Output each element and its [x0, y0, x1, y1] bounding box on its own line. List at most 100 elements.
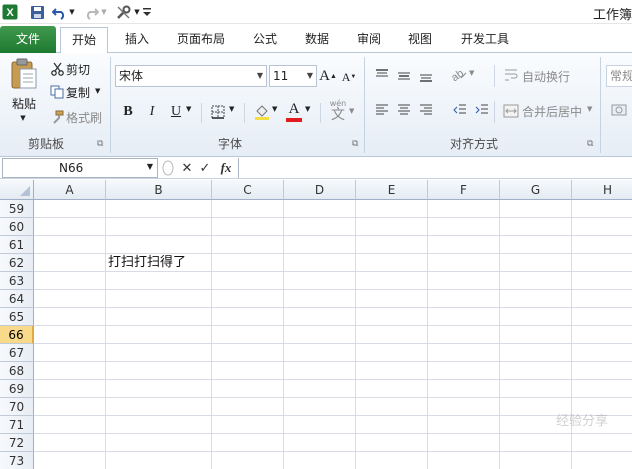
cut-icon[interactable] — [50, 61, 64, 77]
select-all-corner[interactable] — [0, 180, 34, 200]
row-header-71[interactable]: 71 — [0, 416, 34, 434]
tools-icon[interactable] — [113, 3, 133, 21]
row-header-65[interactable]: 65 — [0, 308, 34, 326]
column-header-g[interactable]: G — [500, 180, 572, 200]
shrink-font-icon[interactable]: A ▼ — [341, 68, 357, 86]
tab-data[interactable]: 数据 — [295, 27, 339, 53]
borders-dropdown-icon[interactable]: ▼ — [229, 105, 234, 113]
tab-home[interactable]: 开始 — [60, 27, 108, 54]
column-header-d[interactable]: D — [284, 180, 356, 200]
row-header-61[interactable]: 61 — [0, 236, 34, 254]
underline-button[interactable]: U — [168, 102, 184, 122]
column-header-b[interactable]: B — [106, 180, 212, 200]
grow-font-icon[interactable]: A ▲ — [319, 66, 337, 86]
number-format-combo[interactable]: 常规 — [606, 65, 632, 87]
align-right-icon[interactable] — [418, 102, 434, 118]
undo-dropdown-icon[interactable]: ▼ — [68, 3, 76, 21]
column-header-c[interactable]: C — [212, 180, 284, 200]
tab-view[interactable]: 视图 — [398, 27, 442, 53]
column-header-a[interactable]: A — [34, 180, 106, 200]
row-header-69[interactable]: 69 — [0, 380, 34, 398]
tab-developer[interactable]: 开发工具 — [452, 27, 518, 53]
currency-format-icon[interactable] — [608, 101, 632, 119]
merge-center-button[interactable]: 合并后居中 — [522, 102, 582, 120]
decrease-indent-icon[interactable] — [452, 102, 468, 118]
clipboard-launcher-icon[interactable]: ⧉ — [97, 139, 103, 149]
fill-color-icon[interactable] — [253, 103, 271, 121]
font-inner-separator-2 — [244, 103, 245, 123]
cell-b62[interactable]: 打扫打扫得了 — [108, 254, 186, 272]
undo-icon[interactable] — [50, 3, 68, 21]
tab-formulas[interactable]: 公式 — [243, 27, 287, 53]
row-header-67[interactable]: 67 — [0, 344, 34, 362]
tab-review[interactable]: 审阅 — [347, 27, 391, 53]
tab-insert[interactable]: 插入 — [114, 27, 160, 53]
font-size-dropdown-icon[interactable]: ▼ — [307, 66, 313, 86]
align-center-icon[interactable] — [396, 102, 412, 118]
redo-dropdown-icon[interactable]: ▼ — [100, 3, 108, 21]
merge-center-dropdown-icon[interactable]: ▼ — [587, 105, 592, 113]
excel-logo-icon[interactable]: X — [1, 3, 19, 21]
tab-page-layout[interactable]: 页面布局 — [168, 27, 234, 53]
cell-grid[interactable] — [34, 200, 632, 469]
orientation-dropdown-icon[interactable]: ▼ — [469, 69, 474, 77]
row-header-70[interactable]: 70 — [0, 398, 34, 416]
font-launcher-icon[interactable]: ⧉ — [352, 139, 358, 149]
name-box[interactable]: N66 ▼ — [2, 158, 158, 178]
row-header-60[interactable]: 60 — [0, 218, 34, 236]
align-top-icon[interactable] — [374, 67, 390, 83]
phonetic-icon[interactable]: 文 — [328, 106, 348, 123]
underline-dropdown-icon[interactable]: ▼ — [186, 105, 191, 113]
phonetic-dropdown-icon[interactable]: ▼ — [349, 107, 354, 115]
confirm-entry-icon[interactable]: ✓ — [198, 158, 212, 178]
tools-dropdown-icon[interactable]: ▼ — [133, 3, 141, 21]
font-size-combo[interactable]: 11 ▼ — [269, 65, 317, 87]
font-name-combo[interactable]: 宋体 ▼ — [115, 65, 267, 87]
orientation-icon[interactable]: ab — [448, 65, 468, 83]
bold-button[interactable]: B — [120, 102, 136, 122]
copy-button[interactable]: 复制 — [66, 84, 90, 100]
formula-input[interactable] — [238, 158, 632, 178]
redo-icon[interactable] — [82, 3, 100, 21]
cut-button[interactable]: 剪切 — [66, 61, 90, 77]
increase-indent-icon[interactable] — [474, 102, 490, 118]
row-header-62[interactable]: 62 — [0, 254, 34, 272]
row-header-73[interactable]: 73 — [0, 452, 34, 469]
customize-qat-icon[interactable] — [142, 3, 152, 21]
column-header-f[interactable]: F — [428, 180, 500, 200]
format-painter-button[interactable]: 格式刷 — [66, 109, 102, 125]
wrap-text-icon[interactable] — [503, 66, 519, 84]
formula-bar-grip-icon[interactable] — [160, 158, 176, 178]
merge-center-icon[interactable] — [503, 102, 519, 120]
paste-icon[interactable] — [6, 57, 42, 91]
paste-button[interactable]: 粘贴 — [10, 95, 38, 111]
font-name-dropdown-icon[interactable]: ▼ — [257, 66, 263, 86]
column-header-h[interactable]: H — [572, 180, 632, 200]
alignment-launcher-icon[interactable]: ⧉ — [587, 139, 593, 149]
row-header-66[interactable]: 66 — [0, 326, 34, 344]
insert-function-icon[interactable]: fx — [217, 158, 235, 178]
copy-dropdown-icon[interactable]: ▼ — [95, 87, 100, 95]
tab-file[interactable]: 文件 — [0, 26, 56, 53]
format-painter-icon[interactable] — [50, 109, 64, 125]
align-middle-icon[interactable] — [396, 67, 412, 83]
row-header-72[interactable]: 72 — [0, 434, 34, 452]
font-color-dropdown-icon[interactable]: ▼ — [305, 105, 310, 113]
name-box-dropdown-icon[interactable]: ▼ — [147, 162, 153, 171]
align-left-icon[interactable] — [374, 102, 390, 118]
row-header-68[interactable]: 68 — [0, 362, 34, 380]
fill-color-dropdown-icon[interactable]: ▼ — [272, 105, 277, 113]
row-header-59[interactable]: 59 — [0, 200, 34, 218]
copy-icon[interactable] — [50, 84, 64, 100]
paste-dropdown-icon[interactable]: ▼ — [16, 113, 30, 123]
row-header-64[interactable]: 64 — [0, 290, 34, 308]
borders-icon[interactable] — [210, 104, 226, 120]
save-icon[interactable] — [28, 3, 46, 21]
wrap-text-button[interactable]: 自动换行 — [522, 67, 570, 85]
column-header-e[interactable]: E — [356, 180, 428, 200]
row-header-63[interactable]: 63 — [0, 272, 34, 290]
cancel-entry-icon[interactable]: ✕ — [180, 158, 194, 178]
italic-button[interactable]: I — [144, 102, 160, 122]
align-bottom-icon[interactable] — [418, 67, 434, 83]
font-color-glyph[interactable]: A — [286, 100, 302, 118]
